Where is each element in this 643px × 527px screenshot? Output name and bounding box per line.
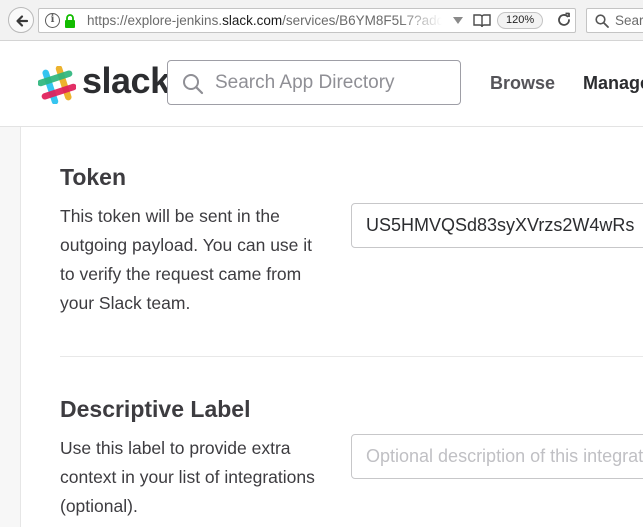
slack-logo-icon[interactable] — [38, 66, 76, 104]
search-icon — [183, 74, 204, 95]
url-domain: slack.com — [222, 13, 283, 28]
url-prefix: https://explore-jenkins. — [87, 13, 223, 28]
token-title: Token — [60, 164, 127, 190]
back-arrow-icon — [16, 15, 29, 27]
browser-search-box[interactable]: Search — [586, 8, 643, 33]
reload-icon[interactable] — [556, 12, 572, 28]
app-search-placeholder: Search App Directory — [215, 72, 395, 93]
nav-manage-link[interactable]: Manage — [583, 73, 643, 94]
app-directory-search-input[interactable]: Search App Directory — [167, 60, 461, 105]
descriptive-label-description: Use this label to provide extra context … — [60, 438, 315, 516]
history-dropdown-icon[interactable] — [453, 17, 463, 25]
search-icon — [595, 14, 609, 28]
token-field[interactable]: US5HMVQSd83syXVrzs2W4wRs — [351, 203, 643, 248]
slack-header: slack Search App Directory Browse Manage — [0, 41, 643, 127]
zoom-level-badge[interactable]: 120% — [497, 12, 544, 29]
address-bar[interactable]: i https://explore-jenkins.slack.com/serv… — [38, 8, 576, 33]
browser-search-placeholder: Search — [615, 13, 643, 28]
info-icon[interactable]: i — [45, 13, 60, 28]
url-text[interactable]: https://explore-jenkins.slack.com/servic… — [87, 13, 442, 29]
descriptive-label-input[interactable]: Optional description of this integration — [351, 434, 643, 479]
slack-wordmark[interactable]: slack — [82, 60, 170, 102]
nav-browse-link[interactable]: Browse — [490, 73, 555, 94]
token-description: This token will be sent in the outgoing … — [60, 206, 313, 313]
left-sidebar-edge — [0, 127, 21, 527]
reader-view-icon[interactable] — [473, 13, 491, 28]
url-suffix: /services/B6YM8F5L7?add — [282, 13, 442, 28]
section-divider — [60, 356, 643, 357]
lock-icon[interactable] — [63, 13, 77, 29]
descriptive-label-title: Descriptive Label — [60, 396, 251, 422]
back-button[interactable] — [8, 7, 34, 33]
browser-toolbar: i https://explore-jenkins.slack.com/serv… — [0, 0, 643, 41]
